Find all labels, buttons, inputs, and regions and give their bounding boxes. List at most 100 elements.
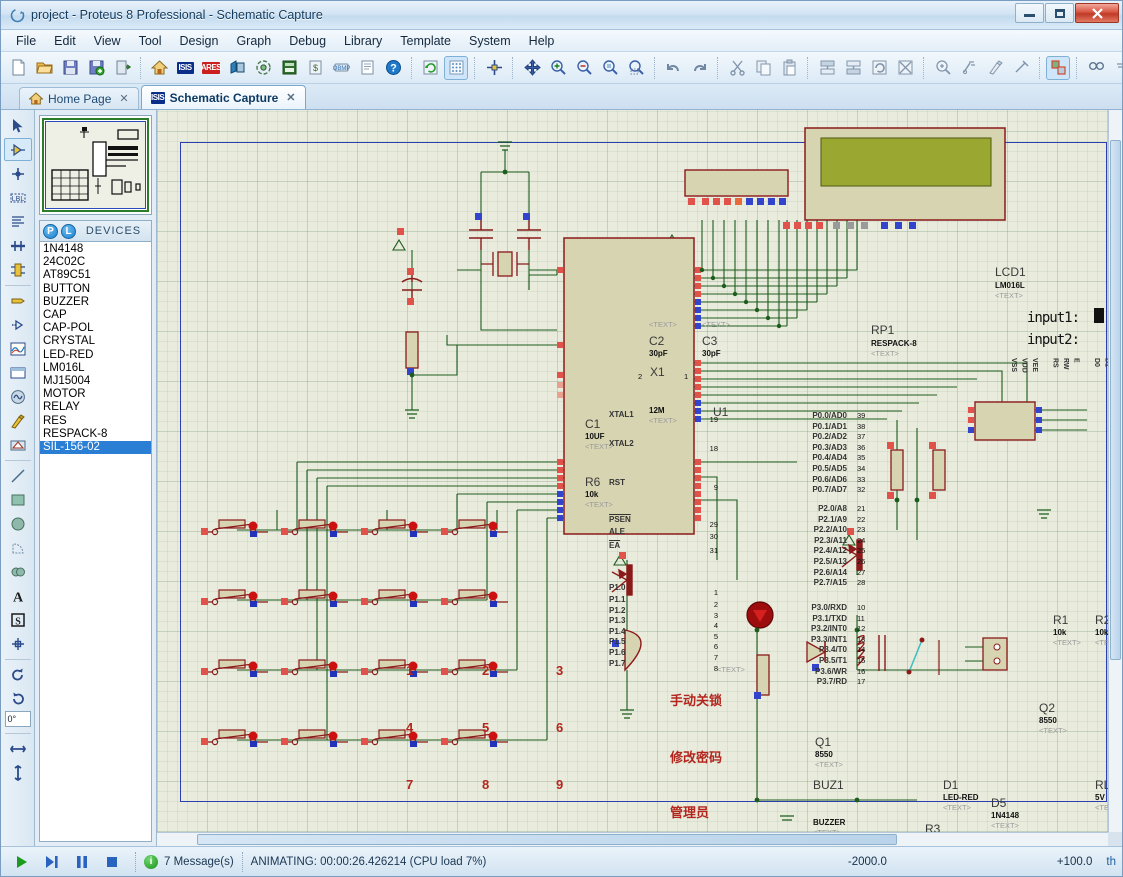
minimize-button[interactable] [1015, 3, 1044, 23]
pause-button[interactable] [67, 849, 97, 875]
device-item[interactable]: 1N4148 [40, 243, 151, 256]
menu-graph[interactable]: Graph [227, 31, 280, 51]
open-file-icon[interactable] [32, 56, 56, 80]
devices-list[interactable]: 1N4148 24C02C AT89C51 BUTTON BUZZER CAP … [39, 241, 152, 842]
isis-schematic-icon[interactable]: ISIS [173, 56, 197, 80]
tab-home-page[interactable]: Home Page ✕ [19, 87, 139, 109]
terminals-mode-icon[interactable] [4, 289, 32, 312]
packaging-tool-icon[interactable] [983, 56, 1007, 80]
menu-edit[interactable]: Edit [45, 31, 85, 51]
component-mode-icon[interactable] [3, 138, 32, 161]
design-explorer-toggle-icon[interactable] [1046, 55, 1070, 80]
device-item[interactable]: MOTOR [40, 388, 151, 401]
device-item[interactable]: LED-RED [40, 349, 151, 362]
device-item[interactable]: MJ15004 [40, 375, 151, 388]
graph-mode-icon[interactable] [4, 337, 32, 360]
decompose-icon[interactable] [1009, 56, 1033, 80]
search-text-icon[interactable] [1084, 56, 1108, 80]
circle-mode-icon[interactable] [4, 512, 32, 535]
schematic-canvas[interactable]: LCD1 LM016L <TEXT> input1: input2: VSS V… [157, 110, 1108, 832]
maximize-button[interactable] [1045, 3, 1074, 23]
device-pin-mode-icon[interactable] [4, 313, 32, 336]
zoom-sheet-icon[interactable] [598, 56, 622, 80]
export-file-icon[interactable] [84, 56, 108, 80]
horizontal-scrollbar[interactable] [157, 832, 1108, 846]
paste-icon[interactable] [777, 56, 801, 80]
horizontal-scroll-thumb[interactable] [197, 834, 897, 845]
block-rotate-icon[interactable] [867, 56, 891, 80]
close-button[interactable] [1075, 3, 1119, 23]
play-button[interactable] [7, 849, 37, 875]
device-item[interactable]: RES [40, 415, 151, 428]
message-count[interactable]: i 7 Message(s) [144, 854, 234, 869]
3d-view-icon[interactable] [225, 56, 249, 80]
rotate-clockwise-icon[interactable] [4, 663, 32, 686]
voltage-probe-mode-icon[interactable] [4, 409, 32, 432]
design-explorer-icon[interactable] [277, 56, 301, 80]
path-mode-icon[interactable] [4, 560, 32, 583]
menu-view[interactable]: View [85, 31, 130, 51]
device-item[interactable]: CAP-POL [40, 322, 151, 335]
menu-debug[interactable]: Debug [280, 31, 335, 51]
bus-mode-icon[interactable] [4, 234, 32, 257]
rotate-counterclockwise-icon[interactable] [4, 687, 32, 710]
block-delete-icon[interactable] [893, 56, 917, 80]
origin-icon[interactable] [482, 56, 506, 80]
text-mode-icon[interactable]: A [4, 584, 32, 607]
exit-file-icon[interactable] [110, 56, 134, 80]
ares-pcb-icon[interactable]: ARES [199, 56, 223, 80]
device-item[interactable]: RESPACK-8 [40, 428, 151, 441]
mirror-horizontal-icon[interactable] [4, 737, 32, 760]
menu-system[interactable]: System [460, 31, 520, 51]
cut-icon[interactable] [725, 56, 749, 80]
toggle-grid-icon[interactable] [444, 55, 468, 80]
menu-tool[interactable]: Tool [130, 31, 171, 51]
device-item[interactable]: BUZZER [40, 296, 151, 309]
vertical-scroll-thumb[interactable] [1110, 140, 1121, 660]
block-move-icon[interactable] [841, 56, 865, 80]
line-mode-icon[interactable] [4, 464, 32, 487]
vertical-scrollbar[interactable] [1108, 110, 1122, 832]
make-device-icon[interactable] [957, 56, 981, 80]
device-item[interactable]: AT89C51 [40, 269, 151, 282]
redo-icon[interactable] [687, 56, 711, 80]
schematic-navigator[interactable] [39, 115, 152, 215]
device-item[interactable]: CAP [40, 309, 151, 322]
device-item[interactable]: CRYSTAL [40, 335, 151, 348]
bom-report-icon[interactable] [251, 56, 275, 80]
tab-schematic-capture[interactable]: ISIS Schematic Capture ✕ [140, 85, 306, 109]
zoom-in-icon[interactable] [546, 56, 570, 80]
subcircuit-mode-icon[interactable] [4, 258, 32, 281]
help-icon[interactable]: ? [381, 56, 405, 80]
wire-label-mode-icon[interactable]: LBL [4, 186, 32, 209]
menu-help[interactable]: Help [520, 31, 564, 51]
rotation-value-field[interactable]: 0° [4, 711, 31, 727]
undo-icon[interactable] [661, 56, 685, 80]
library-button[interactable]: L [61, 223, 76, 239]
pan-icon[interactable] [520, 56, 544, 80]
property-assign-icon[interactable]: A [1110, 56, 1123, 80]
stop-button[interactable] [97, 849, 127, 875]
step-button[interactable] [37, 849, 67, 875]
menu-file[interactable]: File [7, 31, 45, 51]
zoom-area-icon[interactable] [624, 56, 648, 80]
device-item[interactable]: RELAY [40, 401, 151, 414]
marker-mode-icon[interactable] [4, 632, 32, 655]
copy-icon[interactable] [751, 56, 775, 80]
notes-doc-icon[interactable] [355, 56, 379, 80]
box-mode-icon[interactable] [4, 488, 32, 511]
pick-device-icon[interactable] [931, 56, 955, 80]
junction-dot-mode-icon[interactable] [4, 162, 32, 185]
tab-close-icon[interactable]: ✕ [286, 91, 295, 104]
device-item[interactable]: BUTTON [40, 283, 151, 296]
refresh-icon[interactable] [418, 56, 442, 80]
new-file-icon[interactable] [6, 56, 30, 80]
device-item-selected[interactable]: SIL-156-02 [40, 441, 151, 455]
bill-of-materials-icon[interactable]: $ [303, 56, 327, 80]
block-copy-icon[interactable] [815, 56, 839, 80]
menu-design[interactable]: Design [171, 31, 228, 51]
symbol-mode-icon[interactable]: S [4, 608, 32, 631]
generator-mode-icon[interactable] [4, 385, 32, 408]
zoom-out-icon[interactable] [572, 56, 596, 80]
device-item[interactable]: LM016L [40, 362, 151, 375]
